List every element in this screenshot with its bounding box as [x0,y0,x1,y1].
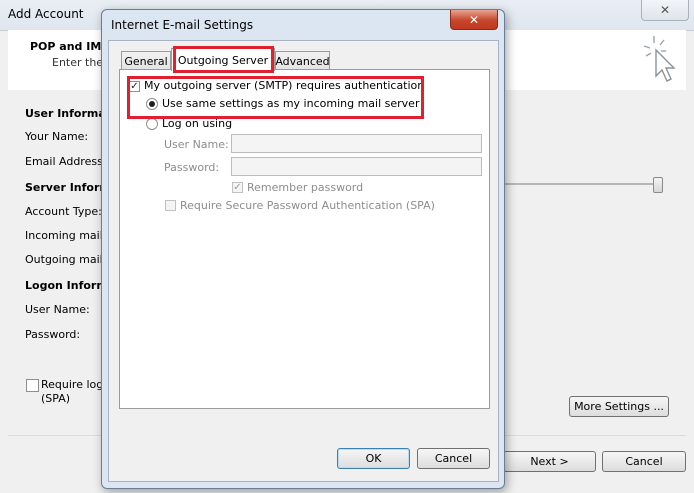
tab-advanced[interactable]: Advanced [275,51,330,70]
logon-user-name-field[interactable] [231,134,482,153]
tab-general[interactable]: General [121,51,171,70]
next-button[interactable]: Next > [503,451,596,472]
add-account-title: Add Account [8,7,84,21]
remember-password-checkbox[interactable]: ✓ [232,182,243,193]
add-account-cancel-button[interactable]: Cancel [602,451,686,472]
dialog-close-button[interactable]: ✕ [450,10,498,30]
close-icon: ✕ [659,3,671,17]
checkmark-icon: ✓ [233,182,242,193]
outgoing-mail-label: Outgoing mail [25,253,103,266]
dialog-client-area: General Outgoing Server Advanced ✓ My ou… [108,40,499,482]
close-icon: ✕ [468,12,480,27]
logon-password-field[interactable] [231,157,482,176]
account-type-label: Account Type: [25,205,102,218]
dialog-cancel-button[interactable]: Cancel [417,448,490,469]
require-spa-checkbox[interactable] [165,200,176,211]
outgoing-tab-highlight-box [173,46,274,73]
password-label: Password: [25,328,81,341]
user-name-label: User Name: [25,303,90,316]
email-address-label: Email Address: [25,155,107,168]
header-title: POP and IMA [30,40,110,53]
ok-button[interactable]: OK [337,448,410,469]
add-account-close-button[interactable]: ✕ [641,0,689,21]
authentication-highlight-box [127,76,424,119]
slider-thumb[interactable] [653,177,663,193]
slider-track [505,183,660,185]
pointer-cursor-icon [643,36,676,82]
require-spa-label: Require Secure Password Authentication (… [180,199,435,212]
logon-password-label: Password: [164,161,220,174]
your-name-label: Your Name: [25,130,89,143]
remember-password-label: Remember password [247,181,364,194]
log-on-using-radio[interactable] [146,118,158,130]
spa-label: (SPA) [41,392,71,405]
incoming-mail-label: Incoming mail s [25,229,113,242]
require-logon-spa-checkbox[interactable] [26,379,39,392]
dialog-title: Internet E-mail Settings [111,18,254,32]
more-settings-button[interactable]: More Settings ... [569,396,669,417]
logon-user-name-label: User Name: [164,138,229,151]
internet-email-settings-dialog: Internet E-mail Settings ✕ General Outgo… [101,9,505,489]
require-logon-label: Require log [41,378,104,391]
